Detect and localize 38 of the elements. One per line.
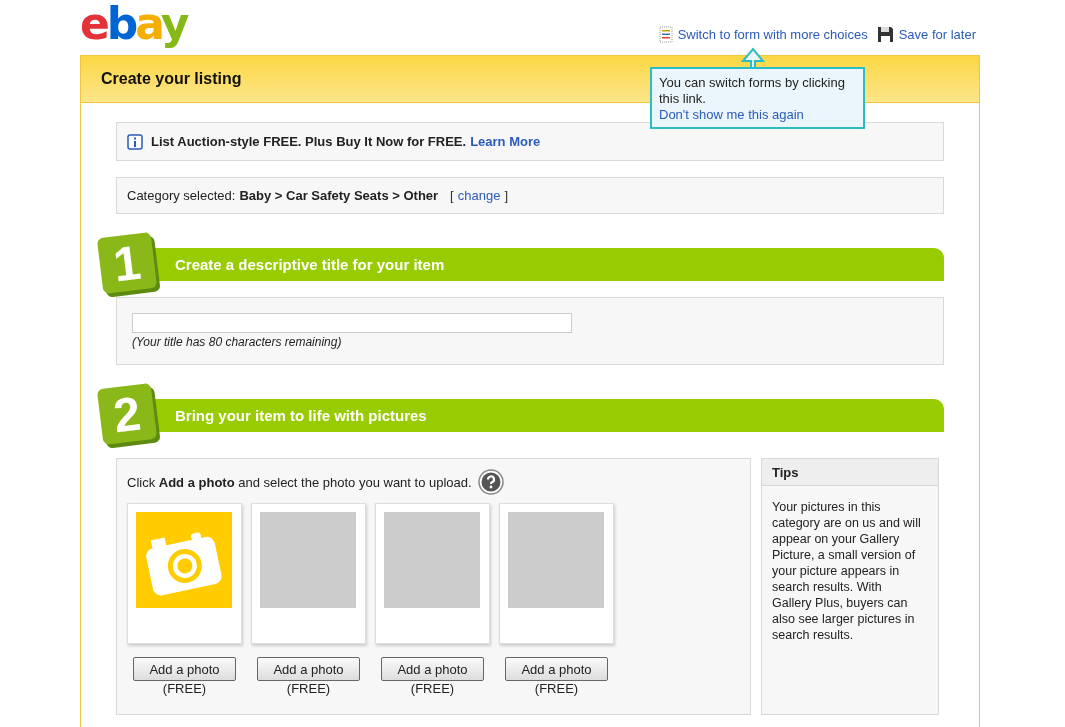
change-bracket: ] <box>504 188 508 203</box>
photo-instruction: Click Add a photo and select the photo you want to upload. <box>127 474 472 490</box>
tooltip-text: You can switch forms by clicking this link. <box>659 75 846 107</box>
step-title: Bring your item to life with pictures <box>175 407 427 424</box>
photo-frame[interactable] <box>375 503 490 644</box>
add-photo-button[interactable]: Add a photo <box>505 657 608 681</box>
photo-frame[interactable] <box>499 503 614 644</box>
info-text: List Auction-style FREE. Plus Buy It Now for FREE. <box>151 134 467 149</box>
page-title: Create your listing <box>101 70 242 88</box>
add-photo-button[interactable]: Add a photo <box>133 657 236 681</box>
free-note: (FREE) <box>410 681 455 696</box>
tips-title: Tips <box>772 464 799 480</box>
step-number-badge: 2 <box>96 382 158 446</box>
photo-frame[interactable] <box>251 503 366 644</box>
camera-icon <box>136 512 232 608</box>
dismiss-link[interactable]: Don't show me this again <box>659 107 856 123</box>
step-number-badge: 1 <box>96 231 158 295</box>
step-title: Create a descriptive title for your item <box>175 256 445 273</box>
add-photo-button[interactable]: Add a photo <box>381 657 484 681</box>
ebay-logo[interactable]: ebay <box>80 2 187 46</box>
free-note: (FREE) <box>162 681 207 696</box>
characters-remaining-text: (Your title has 80 characters remaining) <box>132 335 343 349</box>
help-icon[interactable] <box>477 469 504 495</box>
free-note: (FREE) <box>534 681 579 696</box>
info-icon <box>127 133 143 150</box>
learn-more-link[interactable]: Learn More <box>470 134 541 149</box>
tips-text: Your pictures in this category are on us and will appear on your Gallery Picture, a small version of your picture appears in search results. With Gallery Plus, buyers can also see larger pictures in search results. <box>771 499 922 644</box>
category-path: Baby > Car Safety Seats > Other <box>239 188 439 203</box>
change-bracket: [ <box>450 188 454 203</box>
save-for-later-link[interactable]: Save for later <box>898 27 976 42</box>
add-photo-button[interactable]: Add a photo <box>257 657 360 681</box>
free-note: (FREE) <box>286 681 331 696</box>
switch-form-link[interactable]: Switch to form with more choices <box>677 27 868 42</box>
title-input[interactable] <box>132 313 572 333</box>
form-icon <box>658 26 673 43</box>
change-link[interactable]: change <box>457 188 501 203</box>
photo-frame[interactable] <box>127 503 242 644</box>
category-label: Category selected: <box>127 188 236 203</box>
